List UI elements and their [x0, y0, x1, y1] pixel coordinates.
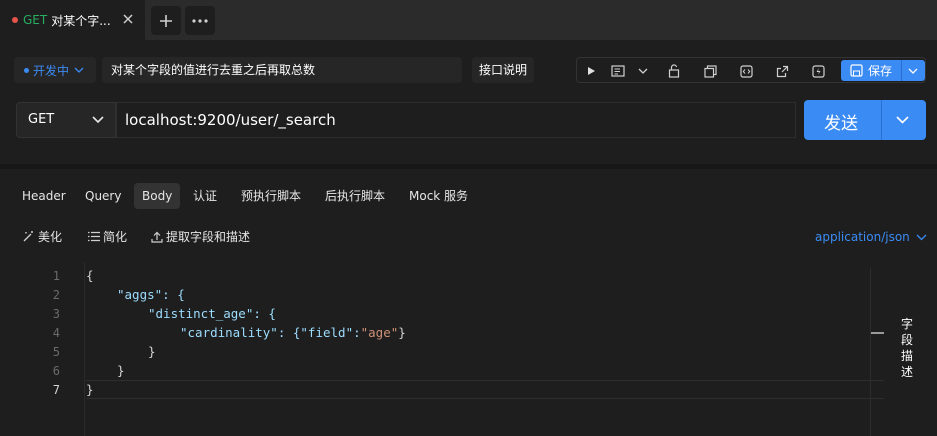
content-type-label: application/json: [815, 230, 910, 244]
save-icon: [850, 64, 863, 77]
section-divider: [0, 164, 937, 169]
tab-header[interactable]: Header: [14, 183, 74, 209]
save-label: 保存: [868, 64, 893, 78]
scrollbar-marker: [871, 332, 884, 334]
run-icon[interactable]: [582, 62, 600, 80]
line-number: 2: [52, 288, 60, 302]
line-number: 7: [52, 383, 60, 397]
api-doc-button[interactable]: 接口说明: [472, 57, 534, 83]
status-dot-icon: [24, 67, 29, 73]
method-select[interactable]: GET: [16, 102, 116, 138]
tab-query[interactable]: Query: [77, 183, 129, 209]
request-tab[interactable]: GET 对某个字...: [0, 0, 145, 40]
code-line[interactable]: {: [86, 268, 94, 283]
chevron-down-icon: [92, 116, 104, 124]
document-icon[interactable]: [609, 62, 627, 80]
flash-icon[interactable]: [809, 62, 827, 80]
chevron-down-icon: [916, 234, 927, 240]
tab-auth[interactable]: 认证: [185, 183, 225, 209]
list-icon: [88, 231, 100, 242]
chevron-down-icon[interactable]: [634, 62, 652, 80]
close-icon[interactable]: [121, 12, 135, 26]
string-value: "age": [360, 325, 399, 340]
copy-icon[interactable]: [701, 62, 719, 80]
tab-body[interactable]: Body: [134, 183, 181, 209]
chevron-down-icon: [74, 67, 84, 73]
chevron-down-icon[interactable]: [908, 68, 918, 74]
gutter-separator: [84, 262, 85, 436]
method-label: GET: [28, 112, 55, 127]
environment-label: 开发中: [33, 63, 70, 78]
upload-icon: [151, 231, 163, 243]
tab-mock[interactable]: Mock 服务: [401, 183, 476, 209]
extract-fields-label: 提取字段和描述: [166, 230, 251, 244]
line-number: 1: [52, 269, 60, 283]
new-tab-button[interactable]: [151, 6, 181, 35]
code-line[interactable]: "cardinality": {"field":"age"}: [180, 325, 406, 340]
field-description-label: 字段描述: [900, 317, 913, 379]
plus-icon: [160, 14, 172, 27]
code-line[interactable]: }: [117, 363, 125, 378]
simplify-button[interactable]: 简化: [88, 228, 127, 245]
send-label: 发送: [824, 114, 858, 134]
share-icon[interactable]: [773, 62, 791, 80]
request-toolbar: 保存: [576, 57, 926, 83]
line-number: 5: [52, 345, 60, 359]
tab-post-script[interactable]: 后执行脚本: [317, 183, 393, 209]
current-line-highlight: [86, 380, 884, 399]
line-number: 4: [52, 326, 60, 340]
tab-pre-script[interactable]: 预执行脚本: [233, 183, 309, 209]
more-tabs-button[interactable]: [185, 6, 215, 35]
code-icon[interactable]: [737, 62, 755, 80]
tab-method: GET: [23, 13, 48, 27]
simplify-label: 简化: [103, 230, 128, 244]
line-number: 6: [52, 364, 60, 378]
send-divider: [881, 100, 882, 140]
environment-select[interactable]: 开发中: [14, 57, 96, 83]
editor-scrollbar[interactable]: [870, 268, 884, 436]
code-line[interactable]: "distinct_age": {: [148, 306, 276, 321]
save-divider: [901, 60, 902, 81]
beautify-label: 美化: [38, 230, 63, 244]
request-name-input[interactable]: 对某个字段的值进行去重之后再取总数: [102, 57, 462, 83]
extract-fields-button[interactable]: 提取字段和描述: [151, 228, 250, 245]
content-type-select[interactable]: application/json: [815, 230, 927, 244]
code-line[interactable]: }: [148, 344, 156, 359]
magic-wand-icon: [23, 231, 33, 242]
unlock-icon[interactable]: [665, 62, 683, 80]
ellipsis-icon: [192, 18, 208, 23]
url-input[interactable]: localhost:9200/user/_search: [116, 102, 796, 138]
api-client-window: GET 对某个字... 开发中 对某个字段的值进行去重之后再取总数 接口说明 保…: [0, 0, 937, 436]
field-description-panel-toggle[interactable]: 字段描述: [896, 316, 918, 380]
beautify-button[interactable]: 美化: [22, 228, 62, 245]
tab-bar: GET 对某个字...: [0, 0, 937, 40]
code-line[interactable]: }: [86, 382, 94, 397]
chevron-down-icon[interactable]: [896, 116, 909, 124]
unsaved-dot-icon: [12, 17, 18, 23]
punctuation: }: [398, 325, 406, 340]
save-button[interactable]: 保存: [841, 60, 925, 81]
send-button[interactable]: 发送: [804, 100, 926, 140]
code-line[interactable]: "aggs": {: [117, 287, 185, 302]
line-number: 3: [52, 307, 60, 321]
